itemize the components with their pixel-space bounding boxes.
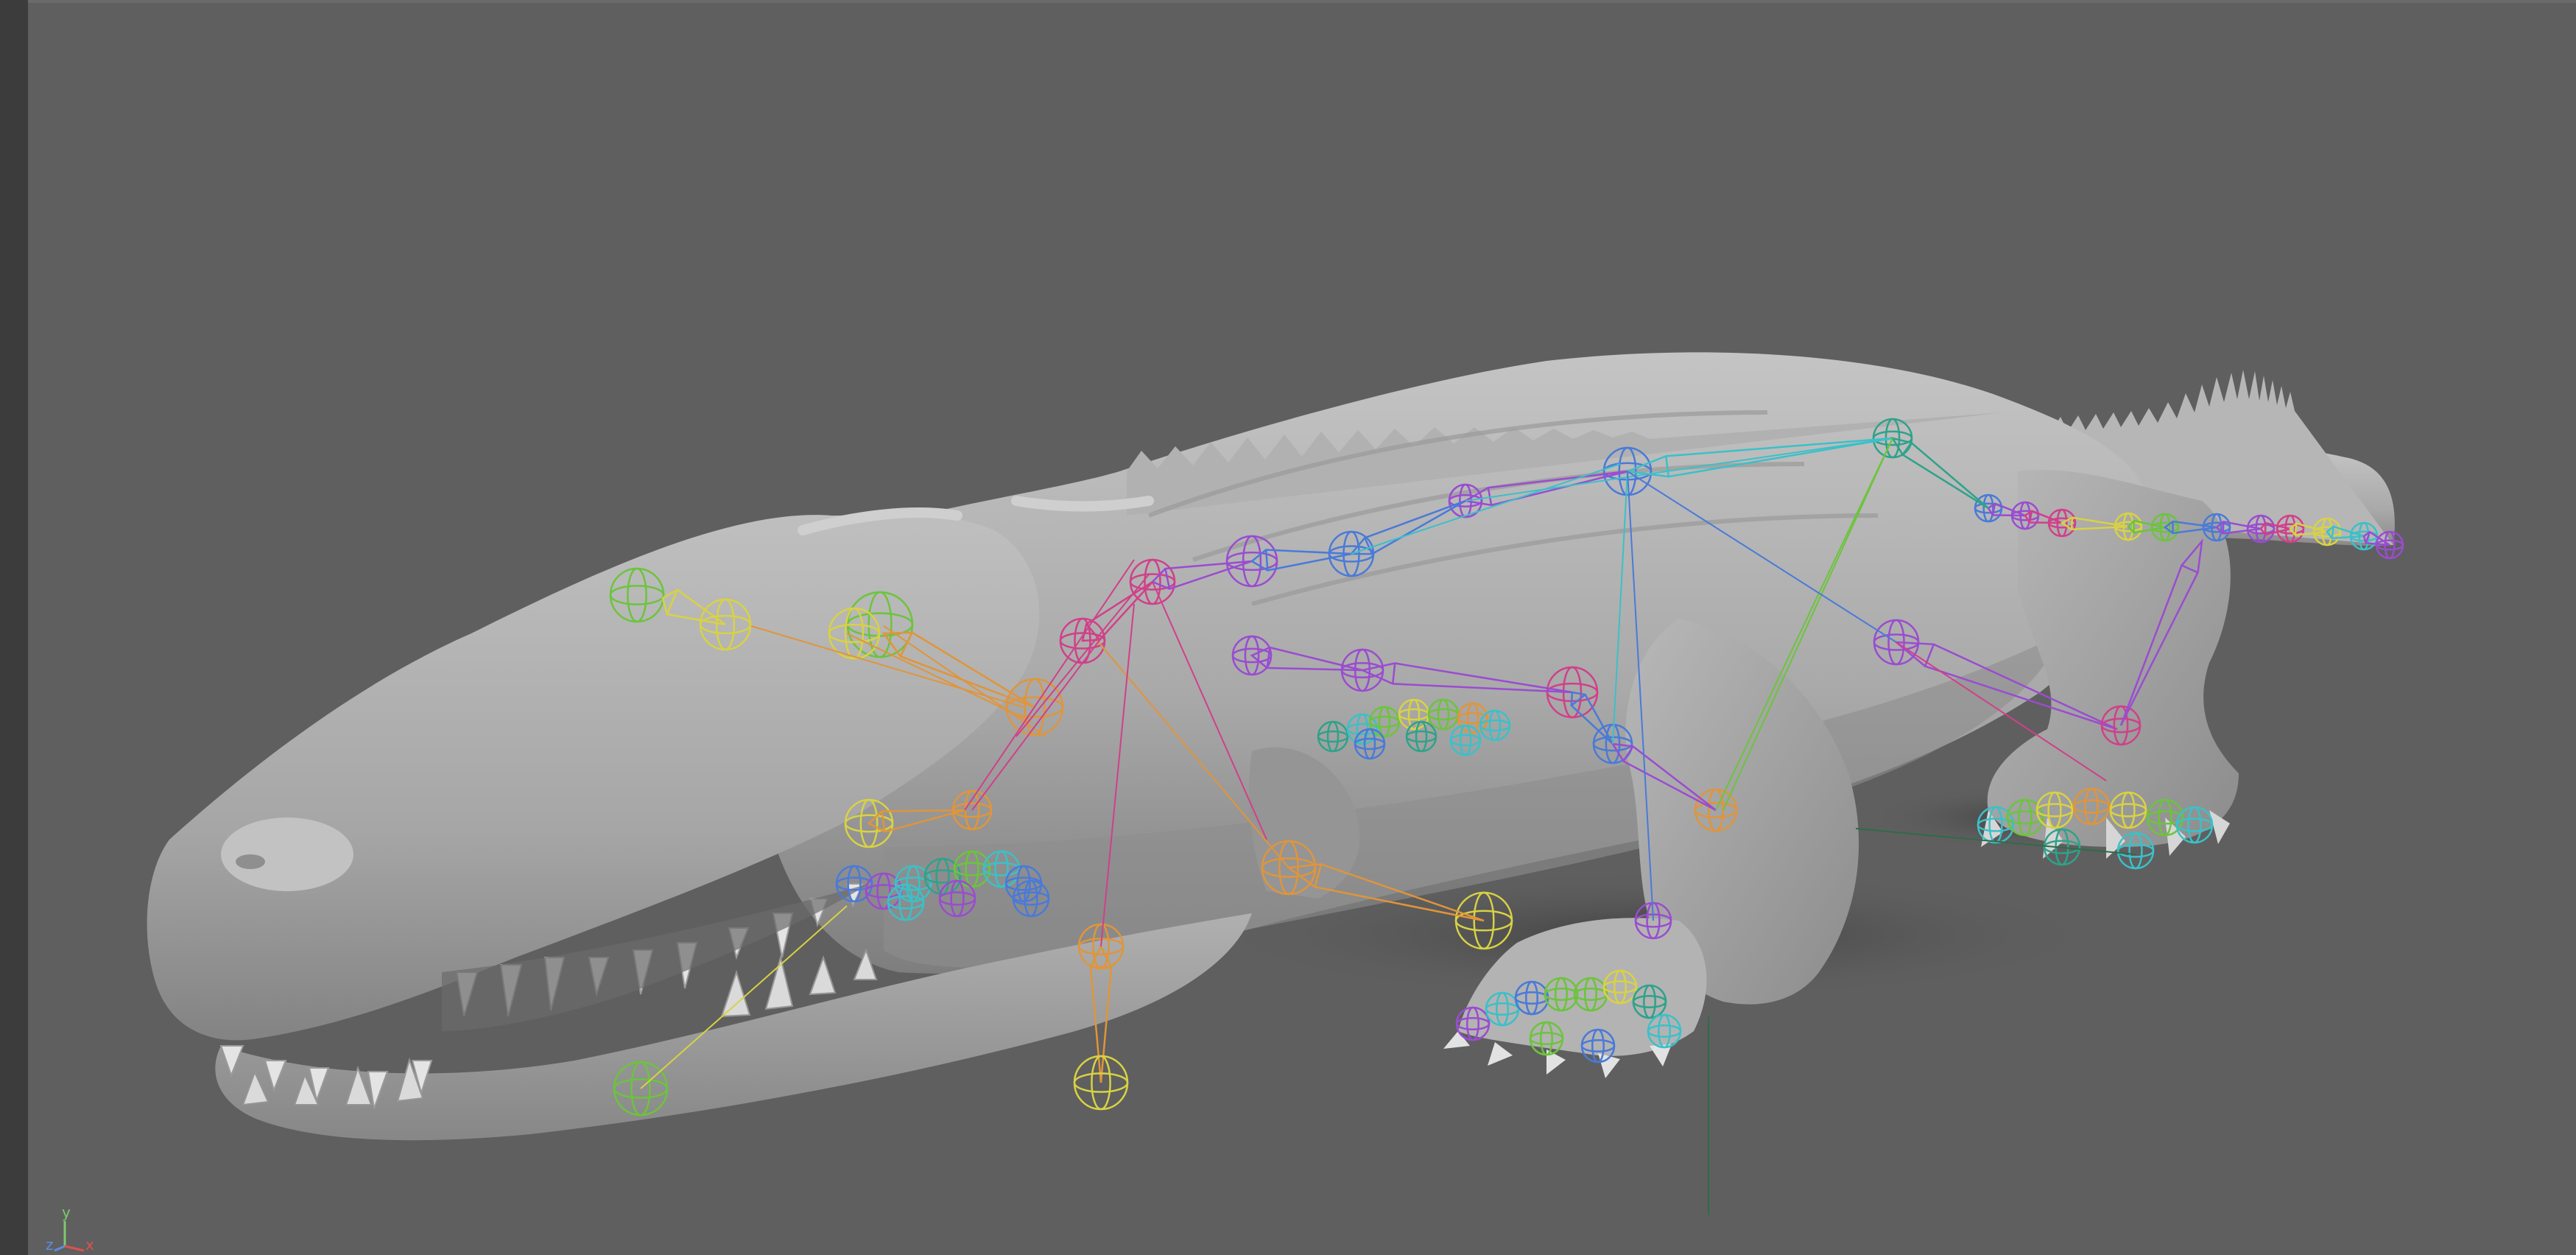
view-axis-gizmo: y z x	[46, 1203, 97, 1254]
snout-nostril-bump	[221, 818, 353, 891]
scene-canvas[interactable]	[0, 0, 2576, 1255]
crocodile-mesh[interactable]	[147, 352, 2395, 1141]
axis-z-label: z	[46, 1236, 54, 1254]
axis-y-label: y	[62, 1203, 71, 1221]
3d-viewport[interactable]: y z x	[0, 0, 2576, 1255]
axis-x-label: x	[85, 1236, 94, 1254]
